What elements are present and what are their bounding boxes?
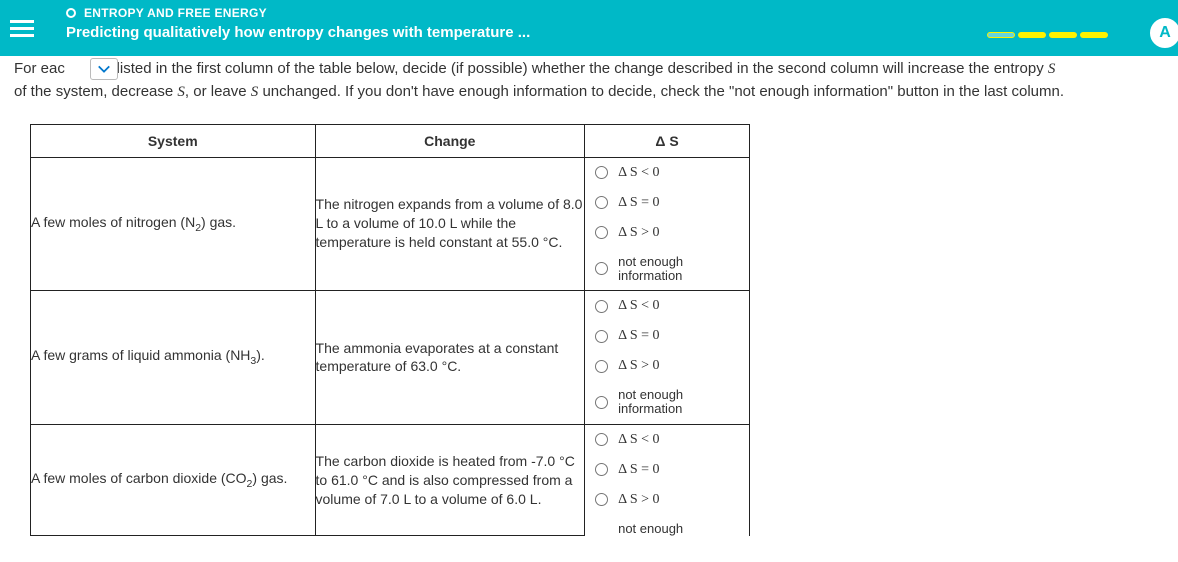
opt-label: Δ S > 0 <box>618 492 659 508</box>
opt-label: Δ S = 0 <box>618 328 659 344</box>
instr-frag: unchanged. If you don't have enough info… <box>258 83 1064 100</box>
option-row: Δ S > 0 <box>585 351 749 381</box>
radio-lt[interactable] <box>595 433 608 446</box>
radio-lt[interactable] <box>595 300 608 313</box>
instr-frag: For eac <box>14 60 65 77</box>
ds-cell: Δ S < 0 Δ S = 0 Δ S > 0 not enoughinform… <box>585 157 750 291</box>
ds-cell: Δ S < 0 Δ S = 0 Δ S > 0 not enough <box>585 424 750 536</box>
opt-label: not enough <box>618 522 683 536</box>
change-cell: The ammonia evaporates at a constant tem… <box>315 291 585 425</box>
change-cell: The carbon dioxide is heated from -7.0 °… <box>315 424 585 536</box>
menu-icon[interactable] <box>10 14 38 42</box>
sys-text: ) gas. <box>252 470 287 486</box>
system-cell: A few moles of carbon dioxide (CO2) gas. <box>31 424 316 536</box>
opt-label: Δ S = 0 <box>618 462 659 478</box>
radio-eq[interactable] <box>595 330 608 343</box>
change-cell: The nitrogen expands from a volume of 8.… <box>315 157 585 291</box>
aleks-badge[interactable]: A <box>1148 16 1178 50</box>
col-header-change: Change <box>315 124 585 157</box>
progress-seg <box>1080 32 1108 38</box>
ds-cell: Δ S < 0 Δ S = 0 Δ S > 0 not enoughinform… <box>585 291 750 425</box>
instr-frag: S <box>177 84 185 100</box>
sys-text: ) gas. <box>201 214 236 230</box>
table-row: A few grams of liquid ammonia (NH3). The… <box>31 291 750 425</box>
radio-gt[interactable] <box>595 493 608 506</box>
progress-bar <box>987 32 1108 38</box>
page-title: Predicting qualitatively how entropy cha… <box>66 24 530 41</box>
table-row: A few moles of carbon dioxide (CO2) gas.… <box>31 424 750 536</box>
instr-frag: , or leave <box>185 83 251 100</box>
option-row: Δ S = 0 <box>585 455 749 485</box>
radio-lt[interactable] <box>595 166 608 179</box>
opt-label: not enoughinformation <box>618 255 683 284</box>
question-table: System Change Δ S A few moles of nitroge… <box>30 124 750 537</box>
option-row: not enoughinformation <box>585 381 749 424</box>
opt-label: Δ S > 0 <box>618 225 659 241</box>
sys-text: ). <box>256 347 265 363</box>
table-row: A few moles of nitrogen (N2) gas. The ni… <box>31 157 750 291</box>
instructions-text: For eacsystem listed in the first column… <box>0 56 1178 114</box>
option-row: not enough <box>585 515 749 536</box>
option-row: Δ S < 0 <box>585 291 749 321</box>
progress-seg <box>1049 32 1077 38</box>
breadcrumb: ENTROPY AND FREE ENERGY <box>66 6 530 20</box>
app-header: ENTROPY AND FREE ENERGY Predicting quali… <box>0 0 1178 56</box>
system-cell: A few moles of nitrogen (N2) gas. <box>31 157 316 291</box>
progress-seg <box>1018 32 1046 38</box>
option-row: Δ S = 0 <box>585 188 749 218</box>
option-row: Δ S = 0 <box>585 321 749 351</box>
header-text: ENTROPY AND FREE ENERGY Predicting quali… <box>66 6 530 41</box>
col-header-ds: Δ S <box>585 124 750 157</box>
radio-eq[interactable] <box>595 463 608 476</box>
opt-label: Δ S < 0 <box>618 298 659 314</box>
sys-text: A few moles of carbon dioxide (CO <box>31 470 247 486</box>
opt-label: Δ S = 0 <box>618 195 659 211</box>
sys-text: A few moles of nitrogen (N <box>31 214 195 230</box>
option-row: Δ S > 0 <box>585 218 749 248</box>
breadcrumb-label: ENTROPY AND FREE ENERGY <box>84 6 267 20</box>
opt-label: Δ S < 0 <box>618 165 659 181</box>
option-row: Δ S > 0 <box>585 485 749 515</box>
option-row: Δ S < 0 <box>585 425 749 455</box>
col-header-system: System <box>31 124 316 157</box>
instr-frag: S <box>1048 61 1056 77</box>
radio-eq[interactable] <box>595 196 608 209</box>
radio-gt[interactable] <box>595 360 608 373</box>
breadcrumb-circle-icon <box>66 8 76 18</box>
instr-frag: of the system, decrease <box>14 83 177 100</box>
progress-seg <box>987 32 1015 38</box>
instr-frag: em listed in the first column of the tab… <box>92 60 1048 77</box>
radio-nei[interactable] <box>595 396 608 409</box>
option-row: Δ S < 0 <box>585 158 749 188</box>
collapse-button[interactable] <box>90 58 118 80</box>
system-cell: A few grams of liquid ammonia (NH3). <box>31 291 316 425</box>
opt-label: Δ S > 0 <box>618 358 659 374</box>
option-row: not enoughinformation <box>585 248 749 291</box>
opt-label: not enoughinformation <box>618 388 683 417</box>
sys-text: A few grams of liquid ammonia (NH <box>31 347 250 363</box>
radio-gt[interactable] <box>595 226 608 239</box>
opt-label: Δ S < 0 <box>618 432 659 448</box>
chevron-down-icon <box>97 62 111 76</box>
radio-nei[interactable] <box>595 262 608 275</box>
